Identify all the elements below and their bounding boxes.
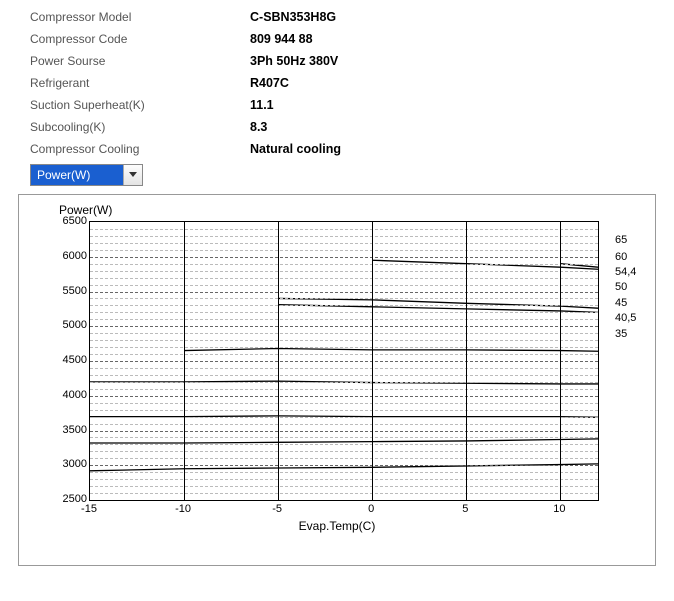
plot-area xyxy=(89,221,599,501)
series-line xyxy=(372,260,598,269)
spec-row: Compressor Code809 944 88 xyxy=(30,32,674,46)
x-tick: 0 xyxy=(368,503,374,515)
spec-value: Natural cooling xyxy=(250,142,341,156)
y-tick: 5000 xyxy=(47,319,87,331)
y-tick: 3000 xyxy=(47,458,87,470)
spec-value: 3Ph 50Hz 380V xyxy=(250,54,338,68)
x-tick: -5 xyxy=(272,503,282,515)
spec-label: Compressor Model xyxy=(30,10,250,24)
legend-label: 60 xyxy=(615,251,627,263)
x-tick: -10 xyxy=(175,503,191,515)
spec-label: Compressor Code xyxy=(30,32,250,46)
x-tick: -15 xyxy=(81,503,97,515)
series-line xyxy=(278,298,598,308)
spec-row: RefrigerantR407C xyxy=(30,76,674,90)
legend-label: 54,4 xyxy=(615,266,636,278)
y-tick: 6500 xyxy=(47,215,87,227)
y-tick: 4000 xyxy=(47,389,87,401)
y-tick: 4500 xyxy=(47,354,87,366)
spec-row: Suction Superheat(K)11.1 xyxy=(30,98,674,112)
spec-label: Power Sourse xyxy=(30,54,250,68)
x-tick: 5 xyxy=(462,503,468,515)
chart-type-dropdown[interactable]: Power(W) xyxy=(30,164,143,186)
chart-container: Power(W) Evap.Temp(C) 250030003500400045… xyxy=(18,194,656,566)
spec-value: 11.1 xyxy=(250,98,274,112)
spec-label: Refrigerant xyxy=(30,76,250,90)
spec-value: C-SBN353H8G xyxy=(250,10,336,24)
spec-table: Compressor ModelC-SBN353H8GCompressor Co… xyxy=(0,0,674,156)
y-tick: 5500 xyxy=(47,285,87,297)
spec-value: 809 944 88 xyxy=(250,32,313,46)
dropdown-selected: Power(W) xyxy=(31,165,123,185)
spec-value: R407C xyxy=(250,76,289,90)
spec-label: Suction Superheat(K) xyxy=(30,98,250,112)
y-tick: 6000 xyxy=(47,250,87,262)
spec-label: Subcooling(K) xyxy=(30,120,250,134)
x-axis-label: Evap.Temp(C) xyxy=(299,519,376,533)
spec-row: Power Sourse3Ph 50Hz 380V xyxy=(30,54,674,68)
spec-value: 8.3 xyxy=(250,120,267,134)
series-line xyxy=(184,348,598,351)
spec-row: Compressor CoolingNatural cooling xyxy=(30,142,674,156)
legend-label: 65 xyxy=(615,234,627,246)
series-line xyxy=(90,439,598,443)
x-tick: 10 xyxy=(553,503,565,515)
legend-label: 35 xyxy=(615,328,627,340)
y-tick: 3500 xyxy=(47,424,87,436)
legend-label: 50 xyxy=(615,281,627,293)
spec-row: Subcooling(K)8.3 xyxy=(30,120,674,134)
spec-label: Compressor Cooling xyxy=(30,142,250,156)
legend-label: 40,5 xyxy=(615,312,636,324)
chevron-down-icon[interactable] xyxy=(123,165,142,185)
legend-label: 45 xyxy=(615,297,627,309)
spec-row: Compressor ModelC-SBN353H8G xyxy=(30,10,674,24)
